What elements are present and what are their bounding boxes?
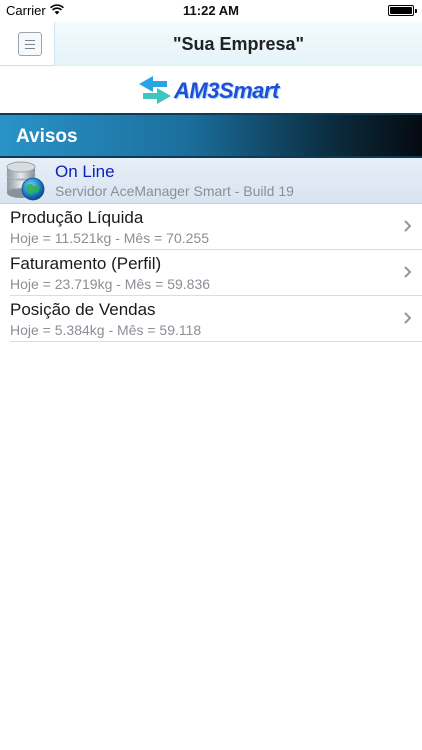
section-title: Avisos [16, 126, 78, 147]
chevron-right-icon [404, 220, 411, 232]
status-title: On Line [55, 162, 115, 181]
list-item-title: Produção Líquida [10, 208, 144, 227]
hamburger-line [25, 48, 35, 49]
list-item-title: Faturamento (Perfil) [10, 254, 162, 273]
list-item-subtitle: Hoje = 11.521kg - Mês = 70.255 [10, 230, 209, 246]
page-title: "Sua Empresa" [172, 34, 305, 54]
chevron-right-icon [404, 312, 411, 324]
logo: AM3Smart [0, 67, 422, 113]
database-globe-icon [6, 161, 45, 201]
section-header: Avisos [0, 113, 422, 158]
chevron-right-icon [404, 266, 411, 278]
list-item-vendas[interactable]: Posição de Vendas Hoje = 5.384kg - Mês =… [10, 296, 422, 342]
battery-icon [388, 5, 417, 16]
menu-button[interactable] [18, 32, 42, 56]
list-item-producao[interactable]: Produção Líquida Hoje = 11.521kg - Mês =… [10, 204, 422, 250]
list-item-subtitle: Hoje = 5.384kg - Mês = 59.118 [10, 322, 202, 338]
clock: 11:22 AM [183, 3, 239, 18]
list-item-faturamento[interactable]: Faturamento (Perfil) Hoje = 23.719kg - M… [10, 250, 422, 296]
list-item-subtitle: Hoje = 23.719kg - Mês = 59.836 [10, 276, 211, 292]
logo-text: AM3Smart [174, 78, 279, 103]
hamburger-line [25, 44, 35, 45]
server-status-row[interactable]: On Line Servidor AceManager Smart - Buil… [0, 158, 422, 204]
status-subtitle: Servidor AceManager Smart - Build 19 [55, 183, 294, 199]
title-box: "Sua Empresa" [54, 22, 422, 66]
navigation-bar: "Sua Empresa" [0, 22, 422, 66]
list-item-title: Posição de Vendas [10, 300, 156, 319]
status-bar: Carrier 11:22 AM [0, 0, 422, 22]
logo-arrows-icon [139, 76, 171, 104]
hamburger-icon [25, 40, 35, 41]
